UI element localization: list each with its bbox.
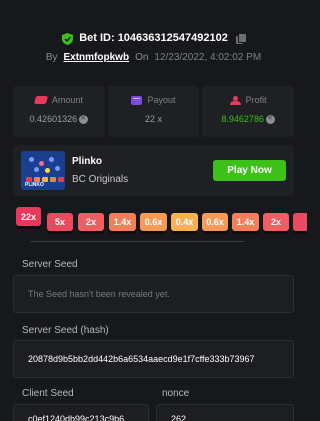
amount-label: Amount	[51, 95, 83, 105]
play-now-button[interactable]: Play Now	[213, 160, 286, 181]
profit-icon	[229, 95, 241, 105]
bet-meta: By Extnmfopkwb On 12/23/2022, 4:02:02 PM	[0, 48, 307, 66]
thumbnail-label: PLINKO	[25, 182, 44, 188]
game-card: PLINKO Plinko BC Originals Play Now	[13, 145, 294, 196]
client-seed-label: Client Seed	[22, 388, 74, 399]
client-seed-field[interactable]: c0ef1240db99c213c9b6	[13, 404, 149, 421]
amount-value: 0.42601326	[29, 114, 78, 124]
payout-card: Payout 22 x	[107, 86, 200, 137]
copy-icon[interactable]	[235, 32, 247, 44]
server-seed-hash-label: Server Seed (hash)	[22, 325, 109, 336]
multiplier-slot: 1.4x	[109, 213, 136, 231]
bet-id-row: Bet ID: 104636312547492102	[0, 28, 307, 48]
multiplier-slot: 1.4x	[232, 213, 259, 231]
server-seed-label: Server Seed	[22, 259, 78, 270]
payout-label: Payout	[147, 95, 176, 105]
amount-icon	[33, 96, 48, 104]
profit-card: Profit 8.9462786	[202, 86, 295, 137]
multiplier-slot: 2x	[263, 213, 289, 231]
game-name: Plinko	[72, 156, 103, 167]
game-thumbnail[interactable]: PLINKO	[21, 151, 65, 190]
by-label: By	[45, 51, 58, 63]
scroll-indicator	[30, 241, 245, 242]
on-label: On	[135, 51, 149, 63]
payout-icon	[131, 95, 143, 105]
game-provider: BC Originals	[72, 174, 129, 185]
nonce-label: nonce	[162, 388, 190, 399]
multiplier-slot: 0.6x	[202, 213, 228, 231]
payout-value: 22 x	[145, 114, 163, 124]
verified-shield-icon	[62, 32, 74, 45]
bet-datetime: 12/23/2022, 4:02:02 PM	[154, 51, 262, 63]
multiplier-slot: 22x	[16, 207, 41, 226]
multiplier-slot: 0.6x	[140, 213, 167, 231]
multiplier-slot: 5x	[47, 213, 73, 231]
coin-icon	[265, 114, 275, 124]
multiplier-slot	[293, 213, 307, 231]
profit-value: 8.9462786	[221, 114, 264, 124]
server-seed-field[interactable]: The Seed hasn't been revealed yet.	[13, 275, 294, 313]
multiplier-slot: 0.4x	[171, 213, 198, 231]
multiplier-row: 22x 5x 2x 1.4x 0.6x 0.4x 0.6x 1.4x 2x	[0, 206, 307, 242]
user-link[interactable]: Extnmfopkwb	[64, 52, 130, 63]
bet-header: Bet ID: 104636312547492102 By Extnmfopkw…	[0, 28, 307, 66]
multiplier-slot: 2x	[78, 213, 104, 231]
bet-id: Bet ID: 104636312547492102	[79, 32, 228, 44]
coin-icon	[79, 114, 89, 124]
server-seed-hash-field[interactable]: 20878d9b5bb2dd442b6a6534aaecd9e1f7cffe33…	[13, 340, 294, 378]
amount-card: Amount 0.42601326	[13, 86, 105, 137]
nonce-field[interactable]: 262	[156, 404, 294, 421]
profit-label: Profit	[245, 95, 267, 105]
bet-stats: Amount 0.42601326 Payout 22 x Profit 8.9…	[13, 86, 295, 137]
